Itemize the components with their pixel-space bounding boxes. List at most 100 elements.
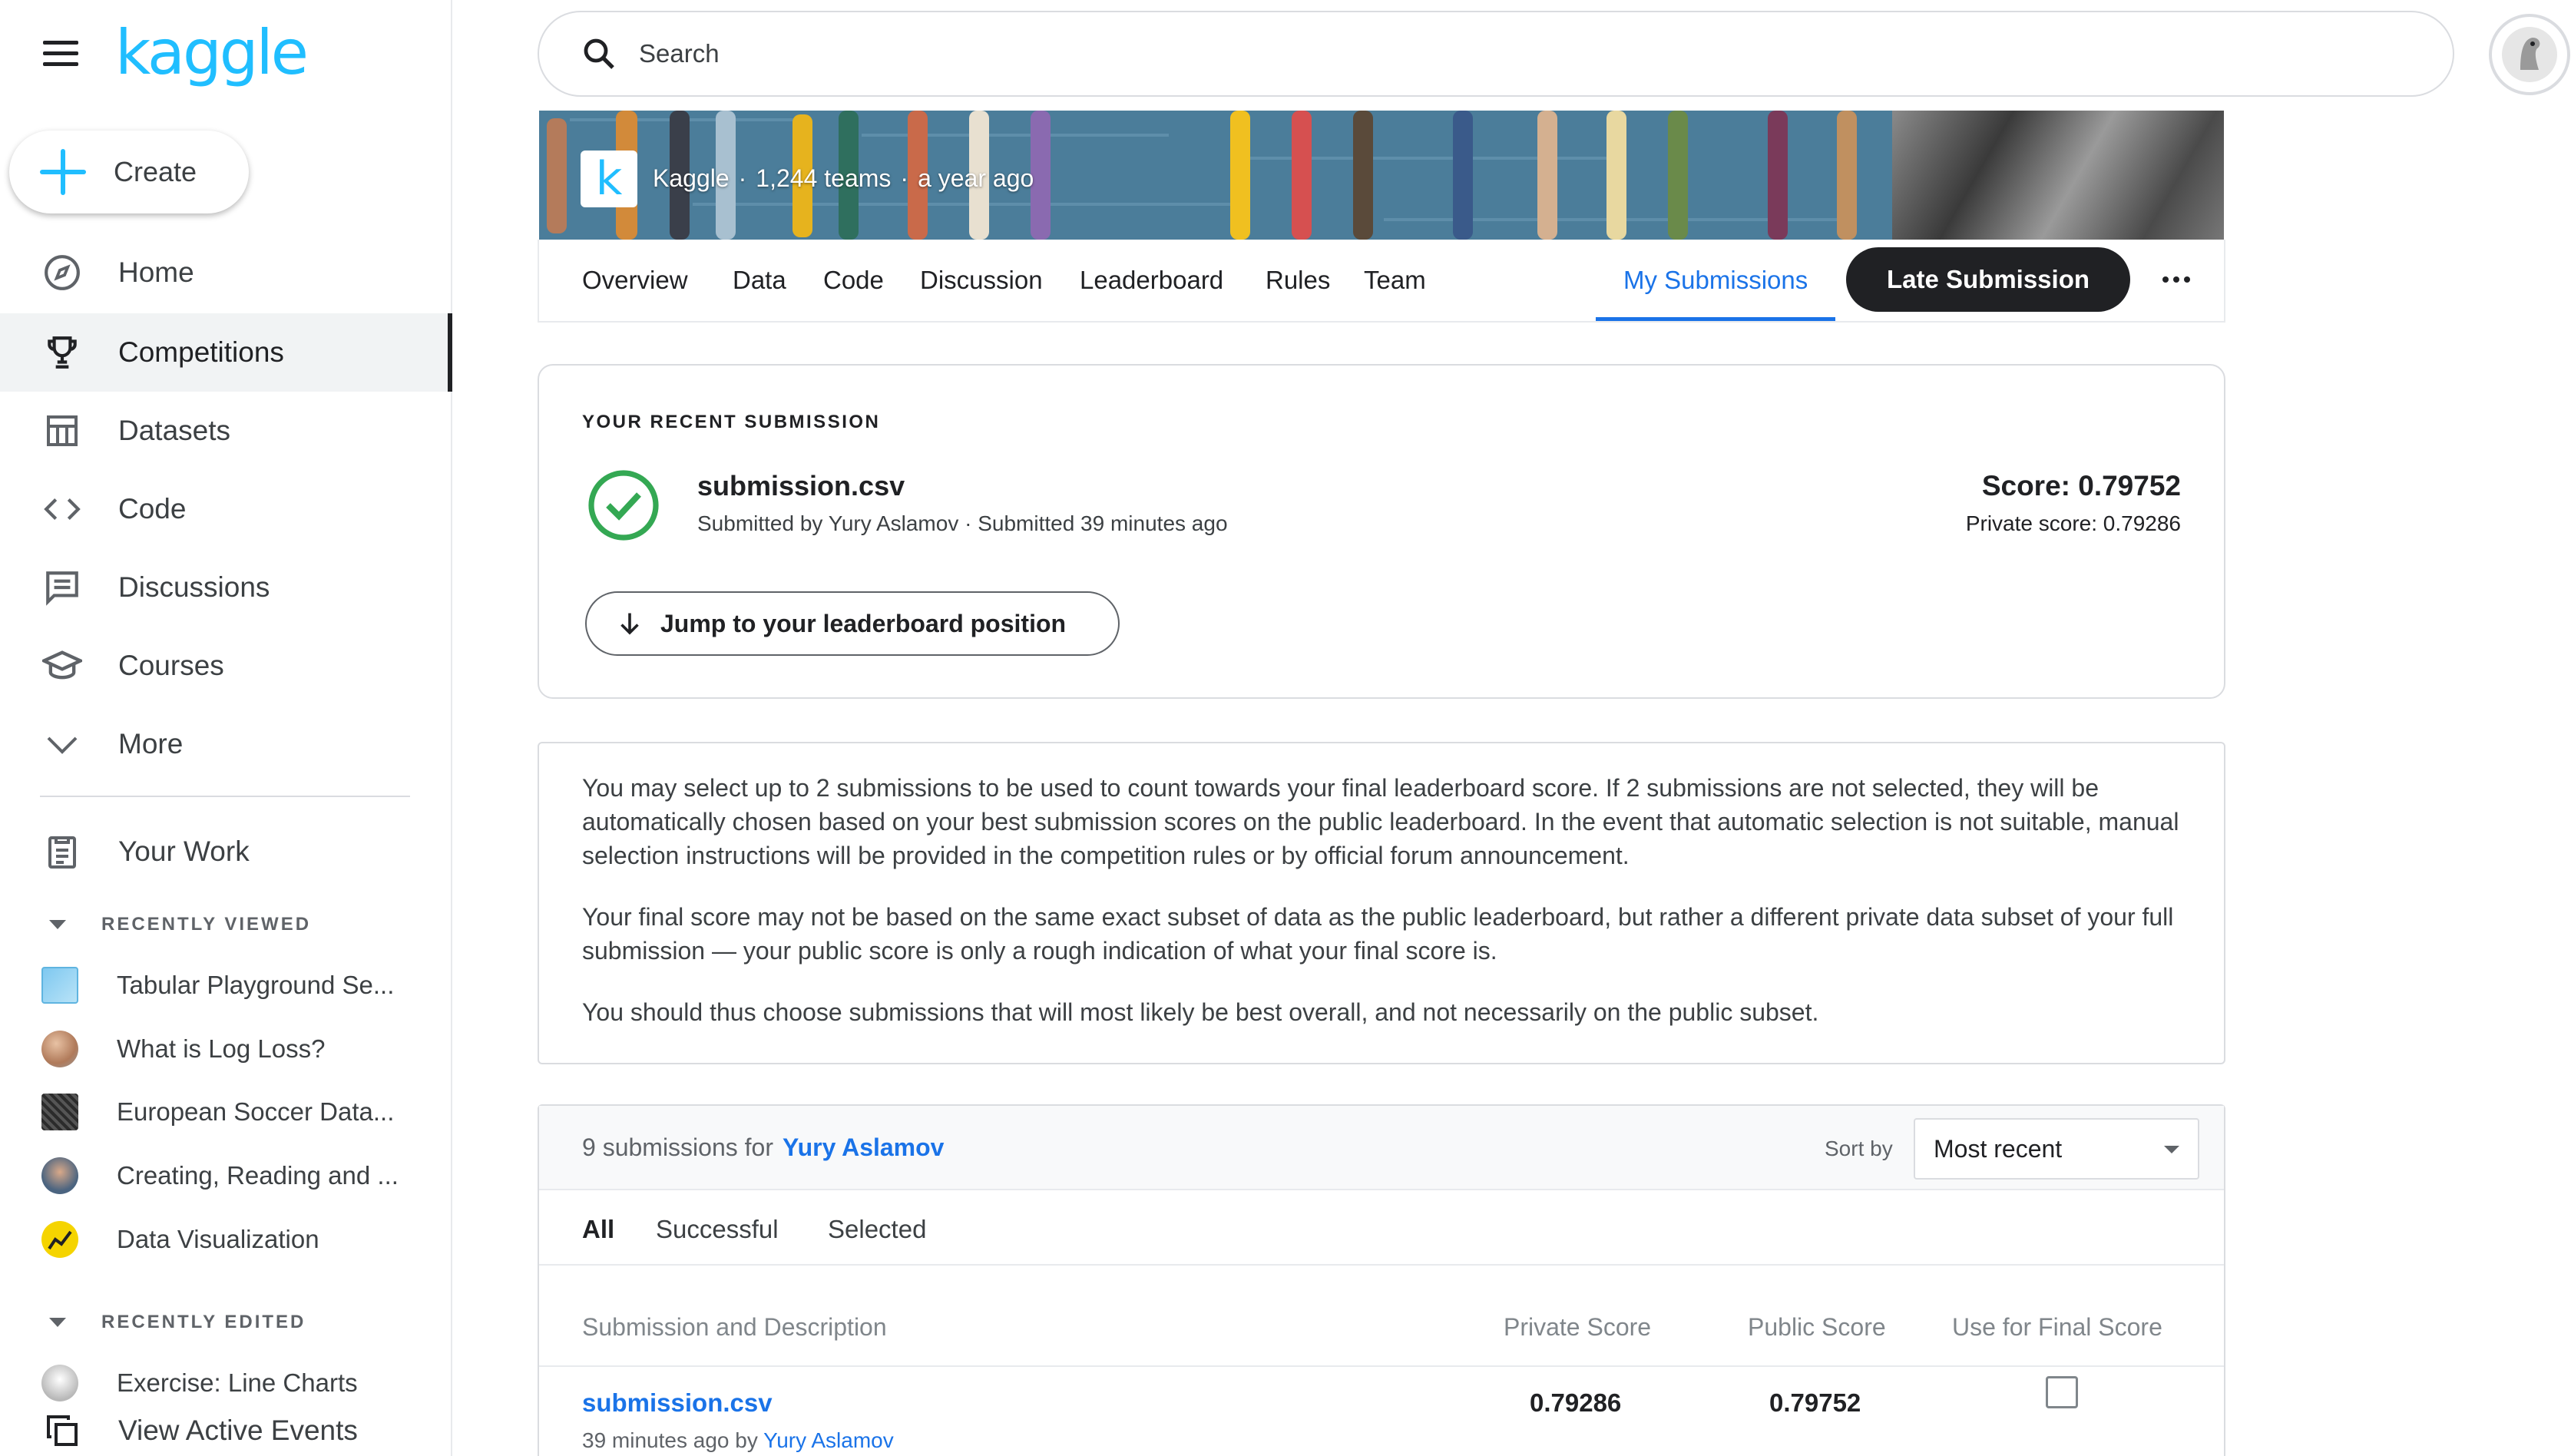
create-button[interactable]: Create (9, 131, 249, 213)
user-avatar (41, 1157, 78, 1194)
compass-icon (41, 252, 83, 293)
filter-successful[interactable]: Successful (656, 1215, 779, 1244)
user-avatar (41, 1031, 78, 1067)
plus-icon (40, 149, 86, 195)
submission-filename: submission.csv (697, 470, 905, 501)
sort-value: Most recent (1934, 1134, 2063, 1163)
triangle-down-icon (49, 1318, 66, 1327)
recently-edited-title: RECENTLY EDITED (101, 1312, 306, 1332)
submission-filters: All Successful Selected (539, 1192, 2224, 1266)
public-score: Score: 0.79752 (1981, 470, 2181, 501)
tab-overview[interactable]: Overview (582, 240, 688, 321)
public-score-cell: 0.79752 (1769, 1388, 1861, 1417)
sidebar-item-home[interactable]: Home (0, 233, 452, 312)
search-input[interactable] (639, 39, 2175, 68)
sidebar-item-courses[interactable]: Courses (0, 627, 452, 705)
create-button-label: Create (114, 156, 197, 187)
sidebar-item-code[interactable]: Code (0, 470, 452, 548)
sidebar-item-your-work[interactable]: Your Work (0, 812, 452, 891)
submission-user-link[interactable]: Yury Aslamov (763, 1428, 894, 1452)
clipboard-icon (41, 831, 83, 872)
recent-item[interactable]: Tabular Playground Se... (0, 958, 452, 1012)
sidebar-item-label: Home (118, 256, 194, 288)
recent-item-label: Data Visualization (117, 1225, 319, 1253)
submission-meta: Submitted by Yury Aslamov · Submitted 39… (697, 511, 1228, 535)
recent-item[interactable]: What is Log Loss? (0, 1022, 452, 1076)
code-icon (41, 488, 83, 530)
tab-code[interactable]: Code (823, 240, 884, 321)
info-paragraph: Your final score may not be based on the… (582, 903, 2174, 965)
final-score-info: You may select up to 2 submissions to be… (538, 742, 2225, 1064)
submission-file-link[interactable]: submission.csv (582, 1388, 773, 1418)
tab-data[interactable]: Data (733, 240, 786, 321)
sidebar-item-datasets[interactable]: Datasets (0, 392, 452, 470)
recent-item[interactable]: European Soccer Data... (0, 1085, 452, 1139)
triangle-down-icon (49, 920, 66, 929)
tab-team[interactable]: Team (1364, 240, 1426, 321)
sidebar-item-label: Your Work (118, 836, 250, 867)
recent-item[interactable]: Creating, Reading and ... (0, 1149, 452, 1203)
banner-meta: Kaggle · 1,244 teams · a year ago (653, 164, 1034, 193)
comments-icon (41, 567, 83, 608)
table-icon (41, 410, 83, 452)
info-paragraph: You may select up to 2 submissions to be… (582, 774, 2179, 869)
submission-age: 39 minutes ago by (582, 1428, 758, 1452)
kaggle-k-logo: k (581, 151, 637, 207)
recently-edited-toggle[interactable]: RECENTLY EDITED (49, 1312, 306, 1333)
sort-select[interactable]: Most recent (1914, 1118, 2199, 1180)
sidebar-item-competitions[interactable]: Competitions (0, 313, 452, 392)
tab-rules[interactable]: Rules (1266, 240, 1330, 321)
sidebar-item-label: More (118, 728, 184, 759)
sidebar: kaggle Create Home Competitions Datasets… (0, 0, 452, 1456)
trophy-icon (41, 332, 83, 373)
submissions-count: 9 submissions for (582, 1133, 773, 1161)
recent-item-label: What is Log Loss? (117, 1034, 326, 1063)
caret-down-icon (2164, 1146, 2179, 1153)
sidebar-item-view-active-events[interactable]: View Active Events (0, 1405, 452, 1456)
info-paragraph: You should thus choose submissions that … (582, 998, 1819, 1026)
submissions-user-link[interactable]: Yury Aslamov (783, 1133, 944, 1162)
menu-icon[interactable] (43, 41, 78, 67)
private-score-cell: 0.79286 (1530, 1388, 1622, 1417)
jump-to-leaderboard-button[interactable]: Jump to your leaderboard position (585, 591, 1120, 656)
check-circle-icon (587, 468, 660, 542)
private-score: Private score: 0.79286 (1965, 511, 2181, 535)
banner-host[interactable]: Kaggle (653, 164, 730, 193)
separator: · (900, 164, 909, 192)
recent-item-label: Tabular Playground Se... (117, 971, 395, 999)
recent-submission-title: YOUR RECENT SUBMISSION (582, 412, 881, 432)
sidebar-item-label: Discussions (118, 571, 270, 603)
sidebar-item-label: View Active Events (118, 1415, 358, 1446)
recent-item[interactable]: Data Visualization (0, 1213, 452, 1266)
late-submission-button[interactable]: Late Submission (1846, 247, 2130, 312)
tab-discussion[interactable]: Discussion (920, 240, 1043, 321)
col-use-final-score: Use for Final Score (1952, 1313, 2162, 1341)
col-public-score[interactable]: Public Score (1748, 1313, 1886, 1342)
user-avatar[interactable] (2489, 14, 2570, 95)
submissions-panel: 9 submissions for Yury Aslamov Sort by M… (538, 1104, 2225, 1456)
recent-submission-card: YOUR RECENT SUBMISSION submission.csv Su… (538, 364, 2225, 699)
submissions-header: 9 submissions for Yury Aslamov Sort by M… (539, 1106, 2224, 1190)
use-final-score-checkbox[interactable] (2046, 1376, 2078, 1408)
col-private-score[interactable]: Private Score (1504, 1313, 1651, 1342)
more-options-icon[interactable] (2162, 270, 2196, 289)
recent-item-label: Creating, Reading and ... (117, 1161, 399, 1190)
sidebar-item-label: Code (118, 493, 187, 524)
dataset-thumbnail (41, 1094, 78, 1130)
school-icon (41, 645, 83, 687)
filter-selected[interactable]: Selected (828, 1215, 926, 1244)
filter-all[interactable]: All (582, 1215, 614, 1244)
sidebar-item-discussions[interactable]: Discussions (0, 548, 452, 627)
kaggle-logo[interactable]: kaggle (115, 17, 309, 88)
tab-my-submissions[interactable]: My Submissions (1595, 240, 1836, 321)
copy-icon (41, 1410, 83, 1451)
tab-leaderboard[interactable]: Leaderboard (1080, 240, 1223, 321)
recent-item[interactable]: Exercise: Line Charts (0, 1356, 452, 1410)
col-submission-description: Submission and Description (582, 1313, 887, 1341)
competition-thumbnail (41, 967, 78, 1004)
sidebar-item-more[interactable]: More (0, 705, 452, 783)
user-avatar (41, 1365, 78, 1401)
search-bar[interactable] (538, 11, 2454, 97)
recently-viewed-toggle[interactable]: RECENTLY VIEWED (49, 914, 311, 935)
recently-viewed-title: RECENTLY VIEWED (101, 914, 312, 935)
